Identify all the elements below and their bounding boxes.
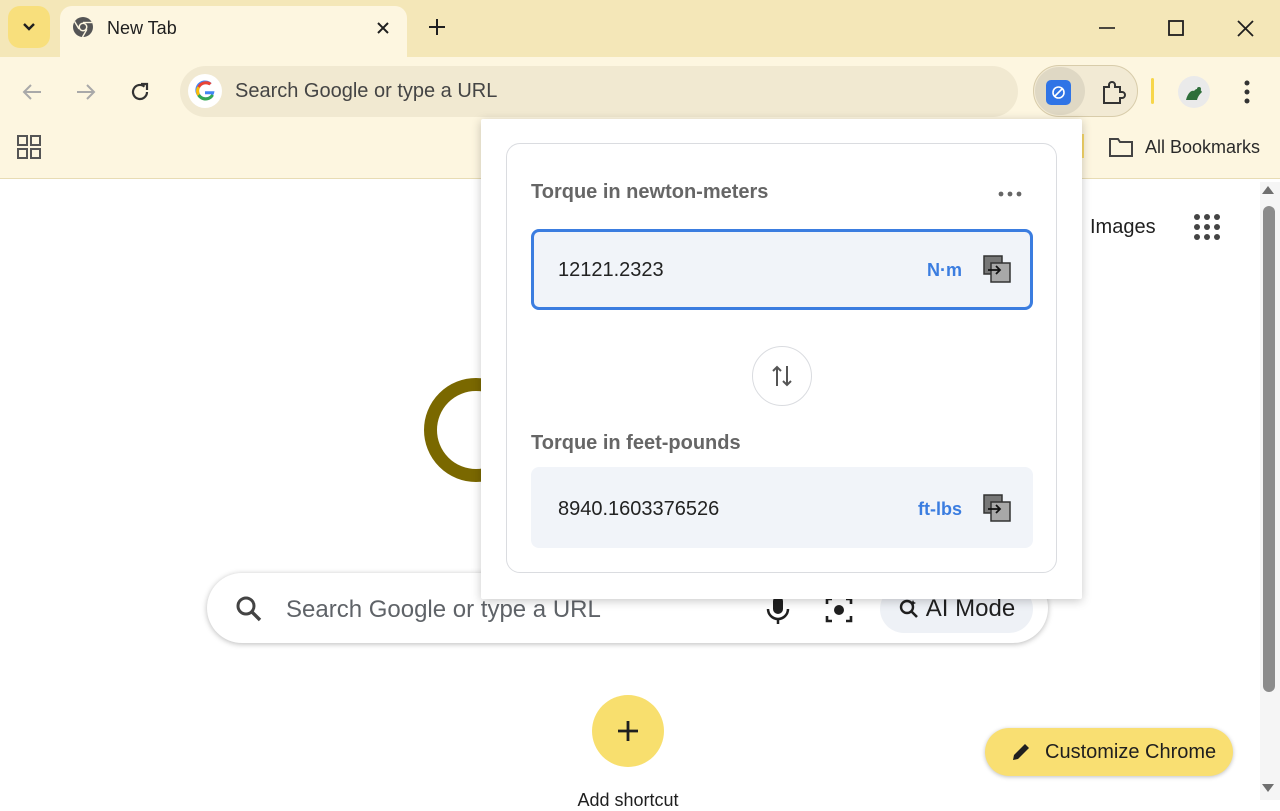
scroll-down-arrow[interactable]	[1262, 784, 1274, 792]
forward-button[interactable]	[70, 76, 102, 108]
from-label: Torque in newton-meters	[531, 181, 769, 203]
avatar-icon	[1186, 87, 1202, 100]
maximize-button[interactable]	[1157, 10, 1195, 46]
tab-search-chevron-icon	[23, 23, 35, 31]
add-shortcut-label: Add shortcut	[577, 790, 679, 810]
swap-units-button[interactable]	[752, 346, 812, 406]
ai-mode-label: AI Mode	[925, 595, 1016, 622]
minimize-icon	[1099, 27, 1115, 29]
reload-icon	[131, 82, 149, 101]
folder-icon	[1109, 138, 1133, 157]
more-options-button[interactable]	[994, 180, 1026, 208]
google-g-icon	[188, 74, 222, 108]
from-unit: N·m	[927, 260, 962, 280]
search-input[interactable]: Search Google or type a URL	[286, 596, 601, 624]
close-icon	[377, 22, 389, 34]
omnibox-placeholder[interactable]: Search Google or type a URL	[235, 80, 497, 103]
menu-button[interactable]	[1233, 76, 1261, 108]
close-icon	[1236, 19, 1254, 37]
chrome-icon	[73, 17, 93, 38]
scroll-up-arrow[interactable]	[1262, 186, 1274, 194]
tab-close-button[interactable]	[371, 16, 395, 40]
add-shortcut-button[interactable]	[592, 695, 664, 767]
back-icon	[22, 84, 41, 100]
from-value-input[interactable]: 12121.2323	[558, 259, 664, 282]
search-icon	[236, 596, 262, 622]
images-link[interactable]: Images	[1090, 216, 1156, 239]
all-bookmarks-button[interactable]: All Bookmarks	[1145, 137, 1260, 158]
minimize-button[interactable]	[1088, 10, 1126, 46]
close-window-button[interactable]	[1226, 10, 1264, 46]
plus-icon	[618, 721, 638, 741]
to-label: Torque in feet-pounds	[531, 432, 741, 454]
puzzle-icon	[1103, 81, 1126, 104]
extension-icon[interactable]	[1046, 80, 1071, 105]
more-icon	[998, 191, 1022, 197]
customize-chrome-label: Customize Chrome	[1045, 740, 1217, 763]
customize-chrome-button[interactable]: Customize Chrome	[985, 728, 1233, 776]
kebab-icon	[1244, 80, 1250, 104]
reload-button[interactable]	[124, 76, 156, 108]
maximize-icon	[1168, 20, 1184, 36]
back-button[interactable]	[16, 76, 48, 108]
to-value-output[interactable]: 8940.1603376526	[558, 498, 719, 521]
ai-search-icon	[899, 599, 918, 618]
tab-title: New Tab	[107, 18, 177, 38]
google-apps-icon[interactable]	[1192, 212, 1222, 242]
plus-icon	[429, 19, 445, 35]
scrollbar-thumb[interactable]	[1263, 206, 1275, 692]
new-tab-button[interactable]	[424, 14, 450, 40]
forward-icon	[77, 84, 96, 100]
extensions-button[interactable]	[1098, 76, 1130, 108]
swap-icon	[772, 365, 792, 387]
avatar[interactable]	[1178, 76, 1210, 108]
copy-icon[interactable]	[982, 493, 1012, 523]
tab-search-button[interactable]	[8, 6, 50, 48]
apps-grid-icon[interactable]	[14, 132, 44, 162]
pencil-icon	[1013, 744, 1029, 760]
toolbar-divider	[1151, 78, 1154, 104]
to-unit: ft-lbs	[918, 499, 962, 519]
copy-icon[interactable]	[982, 254, 1012, 284]
